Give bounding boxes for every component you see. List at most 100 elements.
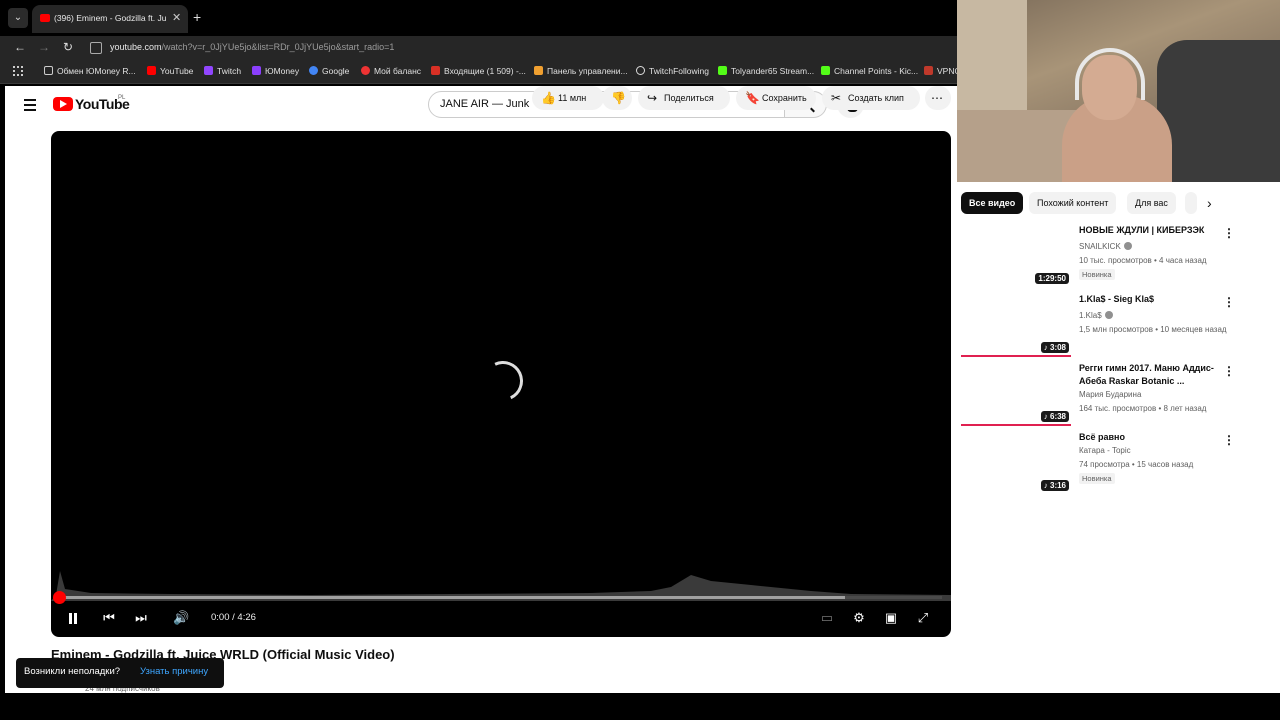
bookmark-label: Tolyander65 Stream... [731, 66, 815, 76]
rec-channel[interactable]: SNAILKICK [1079, 242, 1132, 251]
theater-mode-icon[interactable]: ▣ [883, 608, 899, 628]
region-code: PL [118, 95, 126, 101]
subtitles-icon[interactable]: ▭ [819, 608, 835, 628]
video-thumbnail[interactable]: ♪ 6:38 [961, 362, 1071, 426]
close-tab-icon[interactable]: ✕ [172, 11, 181, 24]
panel-icon [534, 66, 543, 75]
new-badge: Новинка [1079, 473, 1115, 484]
verified-icon [1104, 311, 1113, 319]
clip-label: Создать клип [848, 93, 904, 103]
address-bar: ← → ↻ youtube.com/watch?v=r_0JjYUe5jo&li… [0, 36, 957, 60]
related-sidebar: Все видео Похожий контент Для вас › 1:29… [957, 182, 1280, 693]
bookmark-item[interactable]: ЮMoney [252, 66, 299, 76]
progress-bar[interactable] [60, 596, 942, 599]
bookmark-item[interactable]: TwitchFollowing [636, 66, 709, 76]
bookmark-item[interactable]: Мой баланс [361, 66, 421, 76]
more-vertical-icon[interactable]: ⋮ [1223, 433, 1235, 447]
tab-title: (396) Eminem - Godzilla ft. Juice [54, 13, 166, 23]
bookmark-item[interactable]: Channel Points - Kic... [821, 66, 918, 76]
list-item[interactable]: ♪ 6:38 Регги гимн 2017. Маню Аддис-Абеба… [961, 362, 1261, 428]
bookmark-item[interactable]: Входящие (1 509) -... [431, 66, 526, 76]
forward-icon[interactable]: → [36, 40, 52, 54]
rec-title[interactable]: НОВЫЕ ЖДУЛИ | КИБЕРЗЭК [1079, 224, 1219, 237]
kick-icon [718, 66, 727, 75]
next-icon[interactable]: ⏭ [133, 608, 149, 628]
apps-grid-icon[interactable] [13, 66, 23, 76]
chevron-right-icon[interactable]: › [1207, 195, 1212, 211]
bookmark-icon [44, 66, 53, 75]
bookmark-label: Channel Points - Kic... [834, 66, 919, 76]
rec-channel[interactable]: Катара - Topic [1079, 446, 1131, 455]
chip-overflow[interactable] [1185, 192, 1197, 214]
site-info-icon[interactable] [90, 42, 102, 54]
more-horizontal-icon: ⋯ [931, 91, 943, 105]
verified-icon [1123, 242, 1132, 250]
rec-channel-name: Мария Бударина [1079, 390, 1142, 399]
pause-button[interactable] [67, 608, 79, 628]
share-button[interactable]: ↪ Поделиться [638, 86, 730, 110]
twitch-icon [204, 66, 213, 75]
bookmark-item[interactable]: VPNG [924, 66, 957, 76]
clip-button[interactable]: ✂ Создать клип [822, 86, 920, 110]
list-item[interactable]: ♪ 3:16 Всё равно Катара - Topic 74 просм… [961, 431, 1261, 497]
youtube-logo-icon[interactable] [53, 97, 73, 111]
rec-channel[interactable]: Мария Бударина [1079, 390, 1141, 399]
list-item[interactable]: 1:29:50 НОВЫЕ ЖДУЛИ | КИБЕРЗЭК SNAILKICK… [961, 224, 1261, 290]
fullscreen-icon[interactable]: ⤢ [915, 608, 931, 628]
rec-meta: 74 просмотра • 15 часов назад [1079, 460, 1194, 469]
scrubber-handle[interactable] [53, 591, 66, 604]
bookmark-label: TwitchFollowing [649, 66, 709, 76]
save-label: Сохранить [762, 93, 807, 103]
dislike-button[interactable]: 👎 [602, 86, 632, 110]
settings-gear-icon[interactable]: ⚙ [851, 608, 867, 628]
volume-icon[interactable]: 🔊 [173, 608, 189, 628]
balance-icon [361, 66, 370, 75]
chip-related[interactable]: Похожий контент [1029, 192, 1117, 214]
reload-icon[interactable]: ↻ [60, 40, 76, 54]
bookmark-item[interactable]: YouTube [147, 66, 193, 76]
rec-channel[interactable]: 1.Kla$ [1079, 311, 1113, 320]
chip-for-you[interactable]: Для вас [1127, 192, 1176, 214]
video-thumbnail[interactable]: ♪ 3:16 [961, 431, 1071, 495]
url-field[interactable]: youtube.com/watch?v=r_0JjYUe5jo&list=RDr… [110, 42, 394, 52]
rec-title[interactable]: Регги гимн 2017. Маню Аддис-Абеба Raskar… [1079, 362, 1219, 388]
bookmark-label: ЮMoney [265, 66, 300, 76]
bookmark-save-icon: 🔖 [745, 91, 760, 105]
video-player[interactable]: ⏮ ⏭ 🔊 0:00 / 4:26 ▭ ⚙ ▣ ⤢ [51, 131, 951, 637]
bookmark-item[interactable]: Google [309, 66, 349, 76]
back-icon[interactable]: ← [12, 40, 28, 54]
more-vertical-icon[interactable]: ⋮ [1223, 295, 1235, 309]
video-thumbnail[interactable]: 1:29:50 [961, 224, 1071, 288]
bookmark-item[interactable]: Обмен ЮMoney R... [44, 66, 136, 76]
like-count: 11 млн [558, 93, 587, 103]
bookmark-item[interactable]: Tolyander65 Stream... [718, 66, 814, 76]
rec-channel-name: 1.Kla$ [1079, 311, 1102, 320]
rec-meta: 164 тыс. просмотров • 8 лет назад [1079, 404, 1207, 413]
duration-badge: 1:29:50 [1035, 273, 1069, 284]
bookmark-item[interactable]: Twitch [204, 66, 241, 76]
new-tab-icon[interactable]: + [193, 10, 201, 24]
duration-badge: ♪ 6:38 [1040, 411, 1069, 422]
tab-search-icon[interactable]: ⌄ [8, 8, 28, 28]
rec-title[interactable]: Всё равно [1079, 431, 1219, 444]
save-button[interactable]: 🔖 Сохранить [736, 86, 816, 110]
globe-icon [636, 66, 645, 75]
duration-badge: ♪ 3:08 [1040, 342, 1069, 353]
list-item[interactable]: ♪ 3:08 1.Kla$ - Sieg Kla$ 1.Kla$ 1,5 млн… [961, 293, 1261, 359]
more-actions-button[interactable]: ⋯ [925, 86, 951, 110]
browser-tab-active[interactable]: (396) Eminem - Godzilla ft. Juice ✕ [32, 5, 188, 33]
toast-learn-more-link[interactable]: Узнать причину [140, 666, 208, 677]
previous-icon[interactable]: ⏮ [101, 608, 117, 628]
chip-all-videos[interactable]: Все видео [961, 192, 1024, 214]
bookmark-label: Twitch [217, 66, 242, 76]
bookmark-item[interactable]: Панель управлени... [534, 66, 628, 76]
more-vertical-icon[interactable]: ⋮ [1223, 226, 1235, 240]
like-button[interactable]: 👍 11 млн [532, 86, 604, 110]
heatmap-waveform [51, 571, 951, 601]
rec-title[interactable]: 1.Kla$ - Sieg Kla$ [1079, 293, 1219, 306]
watched-progress-bar [961, 355, 1071, 357]
youtube-icon [147, 66, 156, 75]
video-thumbnail[interactable]: ♪ 3:08 [961, 293, 1071, 357]
menu-icon[interactable] [24, 99, 36, 114]
more-vertical-icon[interactable]: ⋮ [1223, 364, 1235, 378]
